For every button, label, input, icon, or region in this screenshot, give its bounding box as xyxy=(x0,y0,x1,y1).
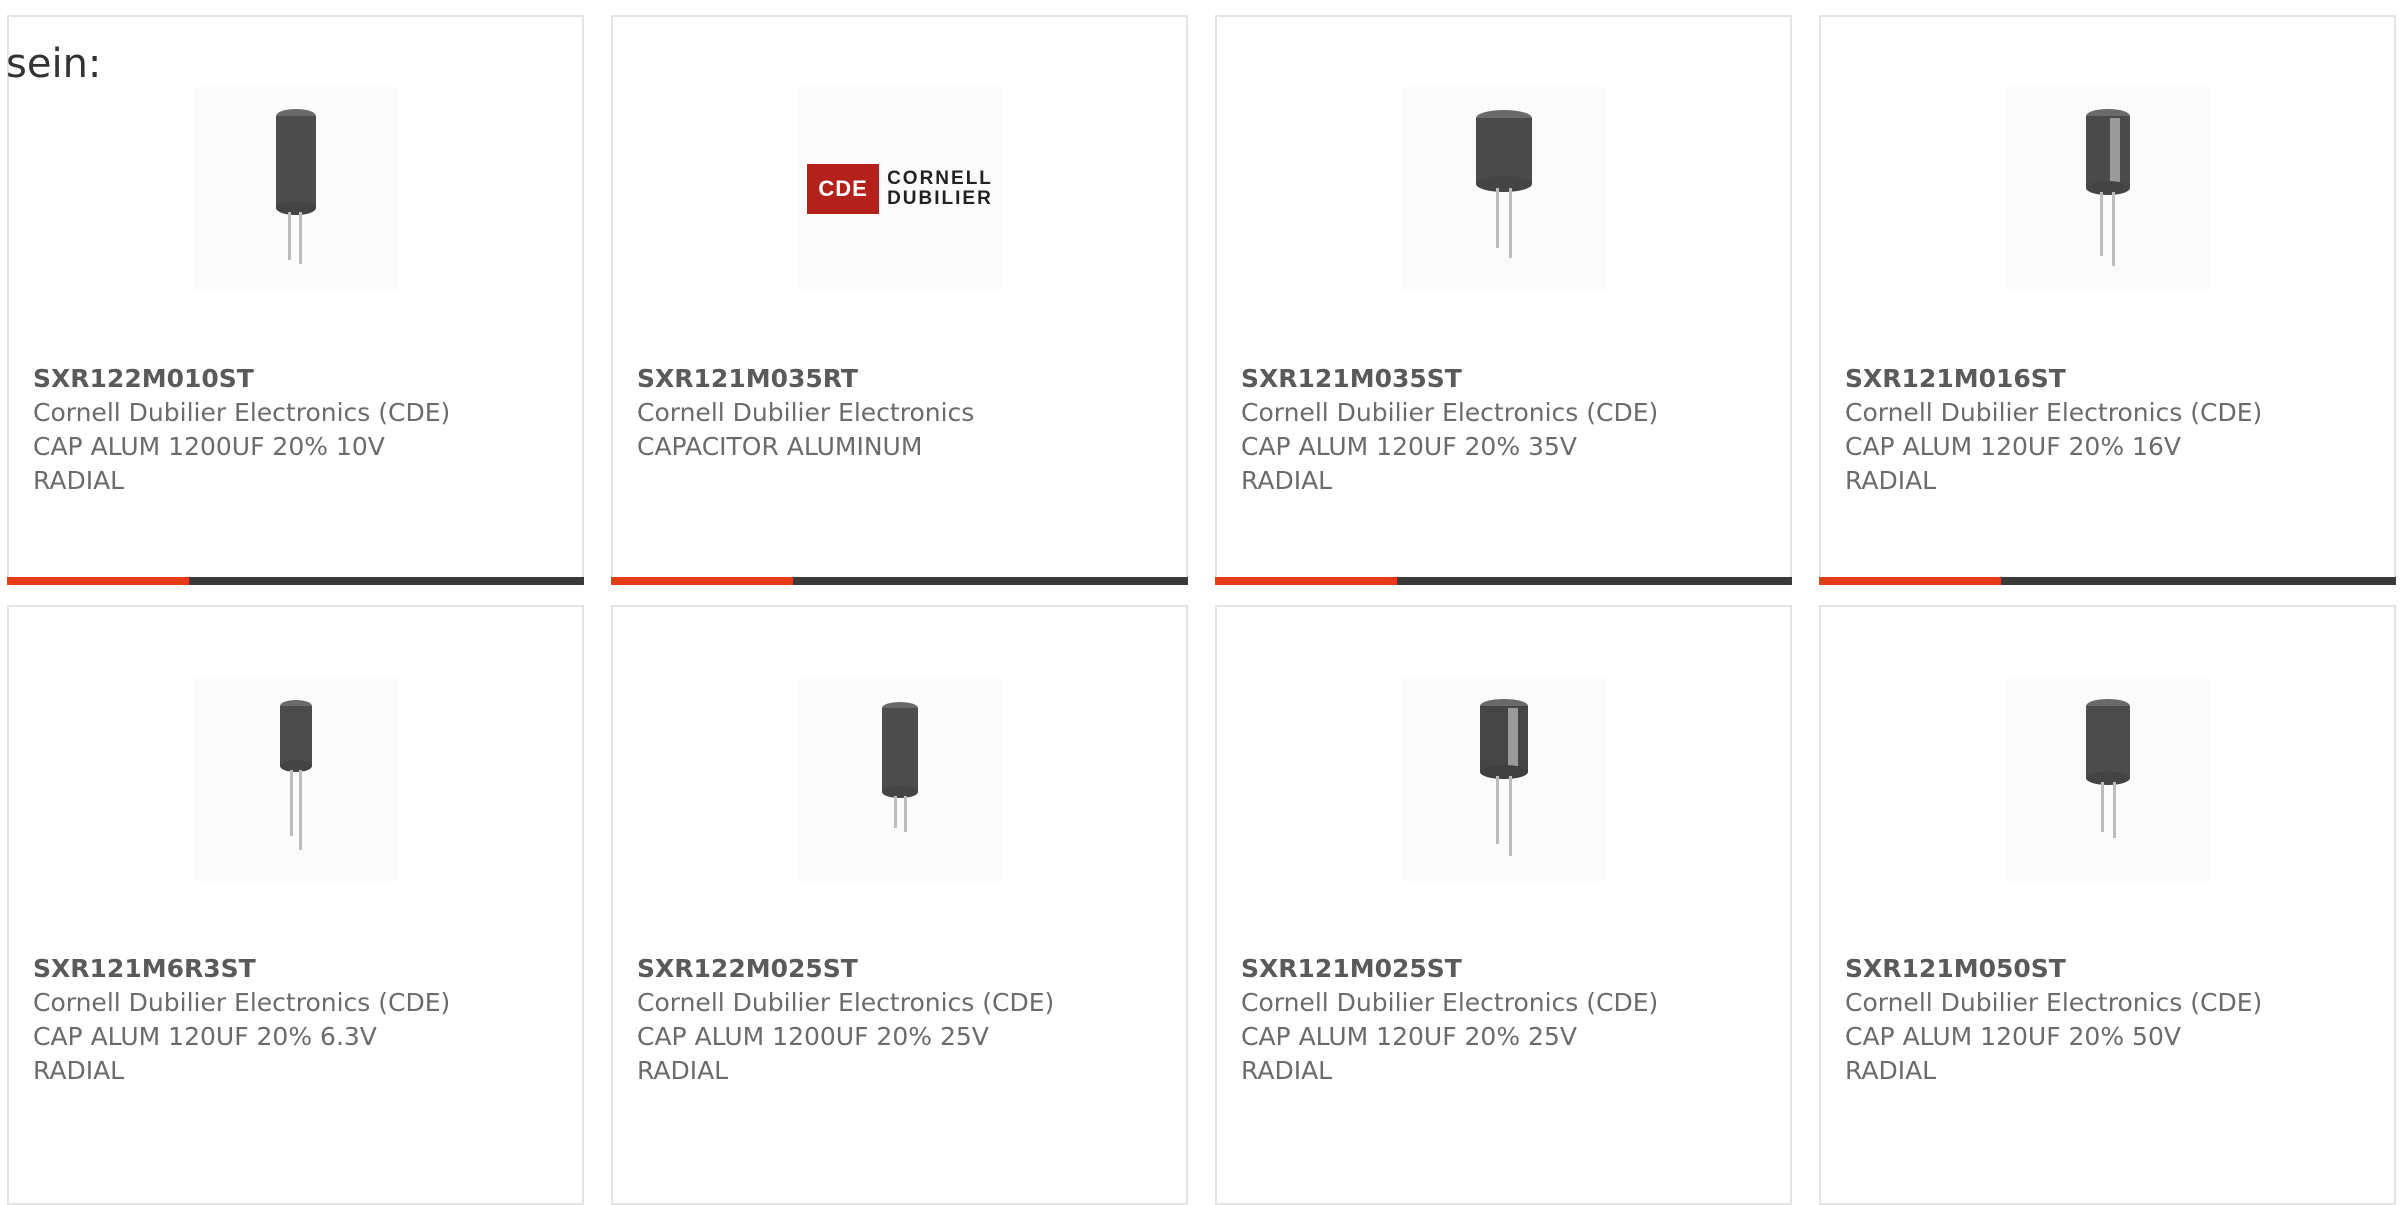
product-description: CAP ALUM 120UF 20% 50V RADIAL xyxy=(1845,1022,2181,1085)
product-card[interactable]: SXR121M050ST Cornell Dubilier Electronic… xyxy=(1819,605,2396,1205)
card-accent-bar xyxy=(611,577,1188,585)
product-description: CAP ALUM 120UF 20% 35V RADIAL xyxy=(1241,432,1577,495)
product-description: CAP ALUM 120UF 20% 6.3V RADIAL xyxy=(33,1022,377,1085)
part-number[interactable]: SXR122M025ST xyxy=(637,952,1166,986)
capacitor-icon xyxy=(1476,110,1532,258)
product-description: CAPACITOR ALUMINUM xyxy=(637,432,923,461)
manufacturer: Cornell Dubilier Electronics (CDE) xyxy=(33,398,451,427)
logo-name-line1: CORNELL xyxy=(887,168,993,189)
card-accent-bar xyxy=(7,577,584,585)
part-number[interactable]: SXR121M035ST xyxy=(1241,362,1770,396)
capacitor-icon xyxy=(2086,109,2130,266)
part-number[interactable]: SXR121M016ST xyxy=(1845,362,2374,396)
product-card[interactable]: SXR121M025ST Cornell Dubilier Electronic… xyxy=(1215,605,1792,1205)
capacitor-icon xyxy=(2086,699,2130,838)
manufacturer: Cornell Dubilier Electronics (CDE) xyxy=(1241,398,1659,427)
manufacturer: Cornell Dubilier Electronics (CDE) xyxy=(1845,988,2263,1017)
product-description: CAP ALUM 120UF 20% 16V RADIAL xyxy=(1845,432,2181,495)
manufacturer: Cornell Dubilier Electronics xyxy=(637,398,975,427)
card-accent-bar xyxy=(1215,577,1792,585)
product-card[interactable]: SXR122M010ST Cornell Dubilier Electronic… xyxy=(7,15,584,585)
product-image xyxy=(2006,87,2210,291)
logo-mark: CDE xyxy=(807,164,880,214)
part-number[interactable]: SXR122M010ST xyxy=(33,362,562,396)
part-number[interactable]: SXR121M050ST xyxy=(1845,952,2374,986)
product-image xyxy=(1402,87,1606,291)
product-card[interactable]: CDE CORNELL DUBILIER SXR121M035RT Cornel… xyxy=(611,15,1188,585)
product-card[interactable]: SXR121M035ST Cornell Dubilier Electronic… xyxy=(1215,15,1792,585)
product-image xyxy=(194,87,398,291)
product-image xyxy=(1402,677,1606,881)
product-image xyxy=(194,677,398,881)
product-description: CAP ALUM 1200UF 20% 10V RADIAL xyxy=(33,432,385,495)
cde-logo: CDE CORNELL DUBILIER xyxy=(807,164,993,214)
part-number[interactable]: SXR121M025ST xyxy=(1241,952,1770,986)
product-card[interactable]: SXR121M6R3ST Cornell Dubilier Electronic… xyxy=(7,605,584,1205)
product-description: CAP ALUM 1200UF 20% 25V RADIAL xyxy=(637,1022,989,1085)
product-description: CAP ALUM 120UF 20% 25V RADIAL xyxy=(1241,1022,1577,1085)
product-image xyxy=(2006,677,2210,881)
manufacturer: Cornell Dubilier Electronics (CDE) xyxy=(637,988,1055,1017)
manufacturer: Cornell Dubilier Electronics (CDE) xyxy=(1845,398,2263,427)
part-number[interactable]: SXR121M6R3ST xyxy=(33,952,562,986)
product-image: CDE CORNELL DUBILIER xyxy=(798,87,1002,291)
product-card[interactable]: SXR122M025ST Cornell Dubilier Electronic… xyxy=(611,605,1188,1205)
product-card[interactable]: SXR121M016ST Cornell Dubilier Electronic… xyxy=(1819,15,2396,585)
capacitor-icon xyxy=(882,702,918,832)
manufacturer: Cornell Dubilier Electronics (CDE) xyxy=(1241,988,1659,1017)
part-number[interactable]: SXR121M035RT xyxy=(637,362,1166,396)
product-image xyxy=(798,677,1002,881)
product-grid: SXR122M010ST Cornell Dubilier Electronic… xyxy=(7,15,2400,1205)
logo-name-line2: DUBILIER xyxy=(887,188,993,209)
capacitor-icon xyxy=(280,700,312,850)
manufacturer: Cornell Dubilier Electronics (CDE) xyxy=(33,988,451,1017)
card-accent-bar xyxy=(1819,577,2396,585)
capacitor-icon xyxy=(1480,699,1528,856)
lead-text: sein: xyxy=(6,41,102,87)
capacitor-icon xyxy=(276,109,316,264)
